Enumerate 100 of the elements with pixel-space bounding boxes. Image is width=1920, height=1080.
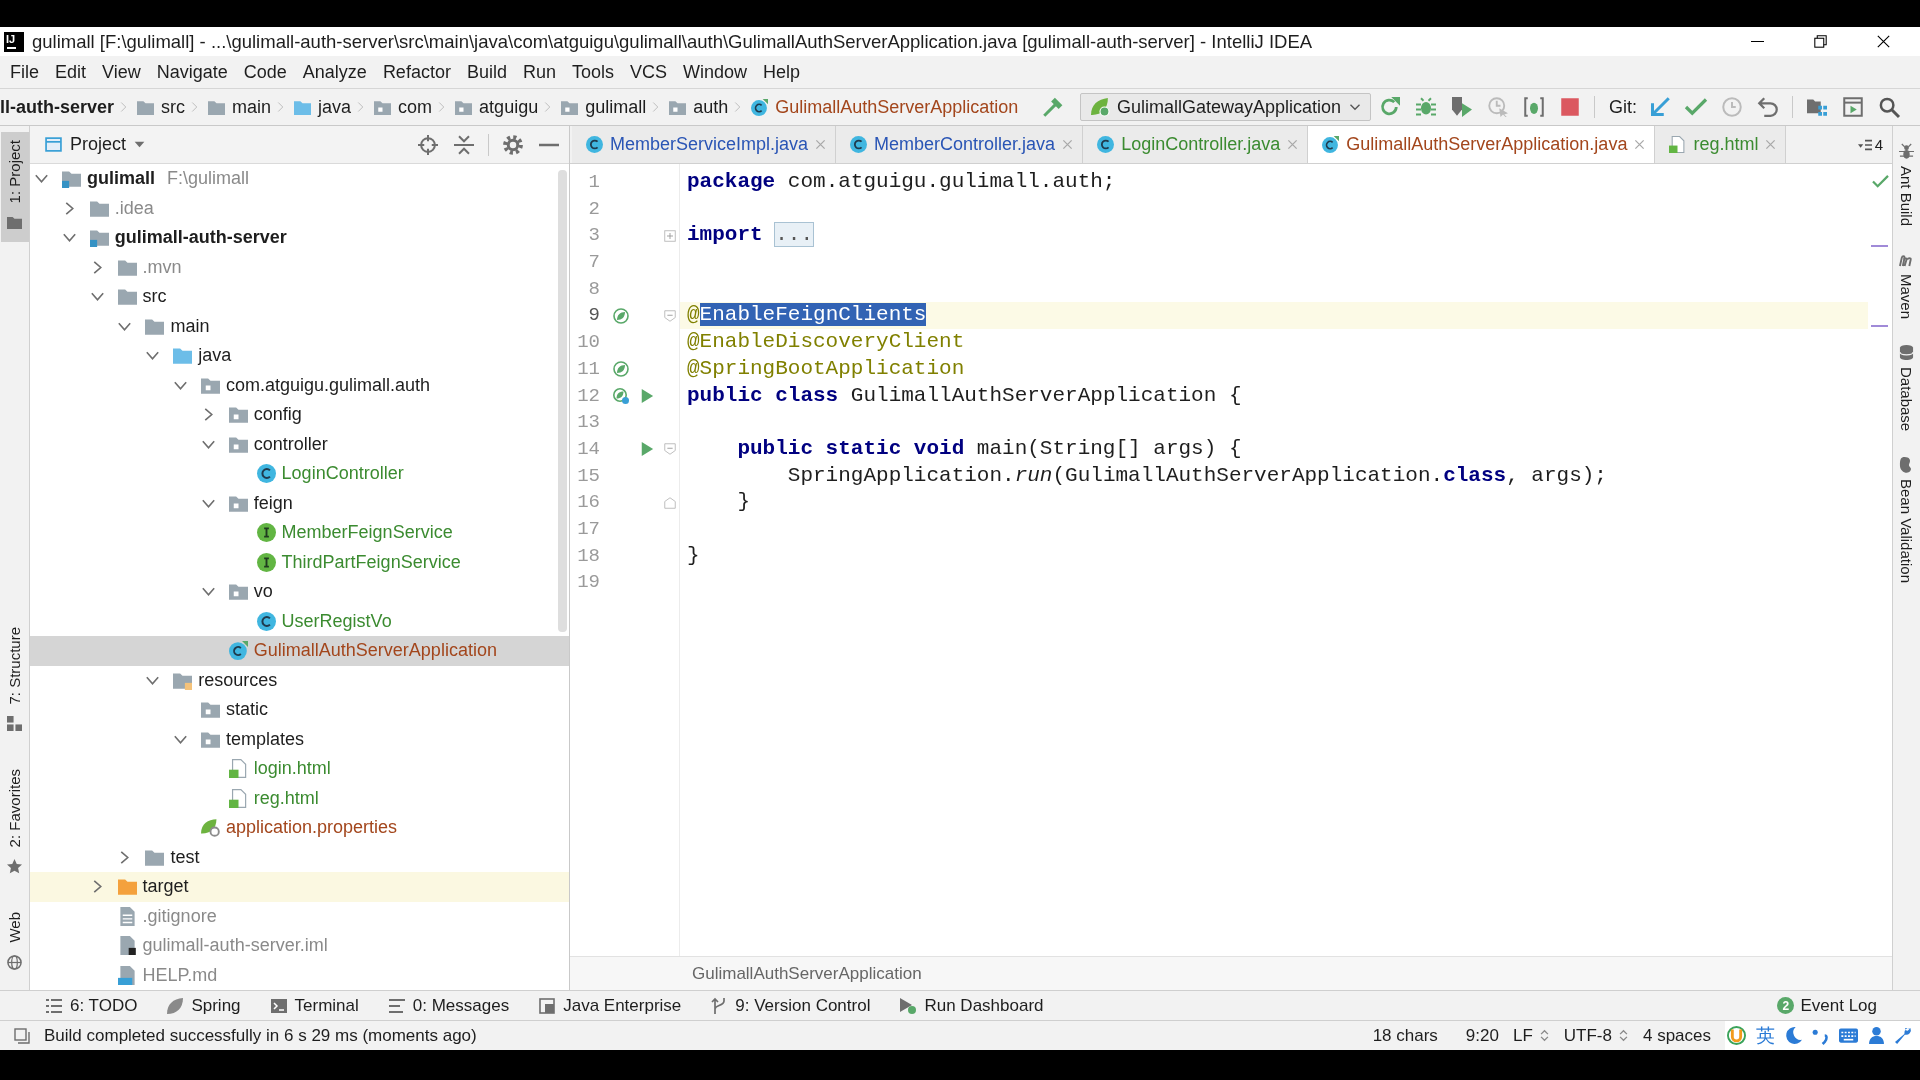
ime-logo-icon[interactable] xyxy=(1727,1026,1746,1045)
menu-item[interactable]: View xyxy=(94,59,149,85)
menu-item[interactable]: File xyxy=(2,59,47,85)
tool-window-button[interactable]: Spring xyxy=(167,995,241,1016)
menu-item[interactable]: Window xyxy=(675,59,756,85)
menu-item[interactable]: Analyze xyxy=(294,59,375,85)
chevron-down-icon[interactable] xyxy=(35,172,48,186)
shield-play-icon[interactable] xyxy=(1452,97,1472,117)
tool-window-button[interactable]: Terminal xyxy=(270,995,359,1016)
breadcrumb-item[interactable]: com xyxy=(374,96,433,118)
tree-item[interactable]: target xyxy=(90,876,189,898)
tree-item[interactable]: application.properties xyxy=(201,817,398,839)
line-separator-selector[interactable]: LF xyxy=(1512,1025,1550,1046)
tree-item[interactable]: com.atguigu.gulimall.auth xyxy=(174,374,431,396)
bracketed-bug-icon[interactable] xyxy=(1524,97,1544,117)
play-icon[interactable] xyxy=(640,388,654,403)
menu-item[interactable]: VCS xyxy=(622,59,675,85)
tree-item[interactable]: vo xyxy=(201,581,273,603)
tree-item[interactable]: test xyxy=(118,846,200,868)
circular-arrow-icon[interactable] xyxy=(1380,97,1400,117)
undo-icon[interactable] xyxy=(1758,97,1778,117)
tool-window-button[interactable]: Web xyxy=(6,906,23,976)
search-icon[interactable] xyxy=(1879,97,1899,117)
tool-window-button[interactable]: Bean Validation xyxy=(1898,457,1915,584)
tree-item[interactable]: src xyxy=(90,286,167,308)
settings-icon[interactable] xyxy=(503,134,523,155)
window-play-icon[interactable] xyxy=(1843,97,1863,117)
run-configuration-dropdown[interactable]: GulimallGatewayApplication xyxy=(1079,93,1371,121)
leaf-icon[interactable] xyxy=(613,307,629,324)
editor-tab[interactable]: MemberController.java xyxy=(836,126,1084,163)
editor-tab[interactable]: MemberServiceImpl.java xyxy=(572,126,837,163)
crosshair-icon[interactable] xyxy=(418,134,438,155)
breadcrumb-item[interactable]: gulimall xyxy=(561,96,647,118)
menu-item[interactable]: Refactor xyxy=(374,59,459,85)
tool-window-button[interactable]: Java Enterprise xyxy=(539,995,682,1016)
tree-item[interactable]: reg.html xyxy=(228,787,319,809)
arrow-down-left-icon[interactable] xyxy=(1650,97,1670,117)
restore-icon[interactable] xyxy=(1814,35,1827,48)
chevron-right-icon[interactable] xyxy=(118,850,132,864)
chevron-down-icon[interactable] xyxy=(146,349,160,363)
tree-item[interactable]: feign xyxy=(201,492,293,514)
fold-end-marker-icon[interactable] xyxy=(664,496,676,509)
tree-item[interactable]: java xyxy=(146,345,232,367)
tool-window-button[interactable]: Run Dashboard xyxy=(900,995,1044,1016)
menu-item[interactable]: Build xyxy=(458,59,515,85)
breadcrumb-item[interactable]: auth xyxy=(669,96,729,118)
tool-window-button[interactable]: 7: Structure xyxy=(6,620,23,738)
wrench-icon[interactable] xyxy=(1895,1027,1912,1044)
editor-tab[interactable]: LoginController.java xyxy=(1083,126,1309,163)
tool-window-button[interactable]: Ant Build xyxy=(1898,144,1915,227)
collapse-all-icon[interactable] xyxy=(454,134,474,155)
tool-window-button[interactable]: Database xyxy=(1898,345,1915,432)
encoding-selector[interactable]: UTF-8 xyxy=(1563,1025,1629,1046)
project-view-dropdown[interactable]: Project xyxy=(45,134,146,155)
person-icon[interactable] xyxy=(1868,1027,1885,1044)
menu-item[interactable]: Code xyxy=(235,59,295,85)
keyboard-icon[interactable] xyxy=(1839,1026,1858,1045)
tool-window-button[interactable]: 2: Favorites xyxy=(6,763,23,881)
tree-item[interactable]: templates xyxy=(174,728,305,750)
chevron-down-icon[interactable] xyxy=(201,585,215,599)
stop-icon[interactable] xyxy=(1560,97,1580,117)
tree-item[interactable]: resources xyxy=(146,669,278,691)
tree-item[interactable]: config xyxy=(201,404,302,426)
close-icon[interactable] xyxy=(1877,35,1890,48)
fold-start-marker-icon[interactable] xyxy=(664,309,676,322)
tree-item[interactable]: ThirdPartFeignService xyxy=(256,551,461,573)
event-log-button[interactable]: 2 Event Log xyxy=(1777,995,1877,1016)
leaf-icon[interactable] xyxy=(613,361,629,378)
tree-item[interactable]: gulimall-auth-server xyxy=(62,227,287,249)
tool-window-button[interactable]: 6: TODO xyxy=(46,995,138,1016)
tree-item[interactable]: MemberFeignService xyxy=(256,522,453,544)
menu-item[interactable]: Run xyxy=(514,59,564,85)
breadcrumb-item[interactable]: atguigu xyxy=(455,96,539,118)
tool-window-button[interactable]: 9: Version Control xyxy=(711,995,871,1016)
editor-tab[interactable]: GulimallAuthServerApplication.java xyxy=(1308,126,1656,163)
moon-icon[interactable] xyxy=(1785,1027,1802,1044)
hammer-icon[interactable] xyxy=(1042,97,1063,117)
input-mode[interactable]: 英 xyxy=(1756,1022,1775,1049)
tool-window-button[interactable]: 0: Messages xyxy=(388,995,510,1016)
menu-item[interactable]: Tools xyxy=(563,59,622,85)
stacked-squares-icon[interactable] xyxy=(14,1027,30,1044)
menu-item[interactable]: Help xyxy=(755,59,809,85)
check-icon[interactable] xyxy=(1686,97,1706,117)
chevron-down-icon[interactable] xyxy=(90,290,104,304)
bug-icon[interactable] xyxy=(1416,97,1436,117)
breadcrumb-item[interactable]: GulimallAuthServerApplication xyxy=(692,963,922,984)
breadcrumb-item[interactable]: main xyxy=(208,96,272,118)
tab-overflow-button[interactable]: 4 xyxy=(1848,136,1892,153)
fold-start-marker-icon[interactable] xyxy=(664,443,676,456)
leaf-badge-icon[interactable] xyxy=(613,387,629,404)
tree-item[interactable]: controller xyxy=(201,433,328,455)
tree-item[interactable]: main xyxy=(118,315,210,337)
tool-window-button[interactable]: 1: Project xyxy=(0,132,29,243)
caret-position[interactable]: 9:20 xyxy=(1465,1025,1499,1046)
breadcrumb-item[interactable]: java xyxy=(294,96,352,118)
breadcrumb-item[interactable]: ll-auth-server xyxy=(0,96,115,118)
tree-item[interactable]: static xyxy=(201,699,268,721)
menu-item[interactable]: Navigate xyxy=(148,59,236,85)
tree-item[interactable]: login.html xyxy=(228,758,331,780)
breadcrumb-item[interactable]: src xyxy=(137,96,186,118)
